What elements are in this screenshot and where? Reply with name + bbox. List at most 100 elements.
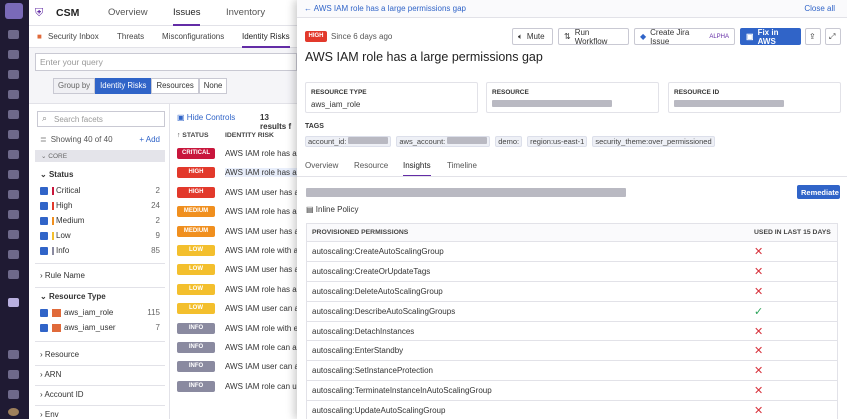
facet-resource-aws-iam-role[interactable]: aws_iam_role 115: [40, 308, 160, 317]
column-status[interactable]: ↑ STATUS: [177, 132, 208, 139]
network-icon[interactable]: [8, 250, 19, 259]
share-icon[interactable]: ⇪: [805, 28, 821, 45]
tab-insights[interactable]: Insights: [403, 161, 431, 177]
logs-icon[interactable]: [8, 230, 19, 239]
integrations-icon[interactable]: [8, 190, 19, 199]
identity-risk-title[interactable]: AWS IAM user has a l: [225, 188, 297, 197]
group-by-identity-risks[interactable]: Identity Risks: [95, 78, 152, 94]
alpha-badge: ALPHA: [709, 33, 729, 40]
tag-region[interactable]: region:us-east-1: [527, 136, 588, 147]
facet-status-medium[interactable]: Medium 2: [40, 216, 160, 225]
tag-account-id[interactable]: account_id:: [305, 136, 392, 147]
resource-facet[interactable]: › Resource: [40, 350, 79, 359]
identity-risk-title[interactable]: AWS IAM user can ass: [225, 362, 297, 371]
run-workflow-button[interactable]: ⇅ Run Workflow: [558, 27, 629, 46]
identity-risk-title[interactable]: AWS IAM role has acc: [225, 207, 297, 216]
tag-security-theme[interactable]: security_theme:over_permissioned: [592, 136, 715, 147]
checkbox[interactable]: [40, 323, 48, 332]
dashboards-icon[interactable]: [8, 110, 19, 119]
tab-resource[interactable]: Resource: [354, 161, 388, 170]
tags-row: account_id: aws_account: demo: region:us-ea…: [305, 136, 720, 147]
group-by-resources[interactable]: Resources: [151, 78, 199, 94]
nav-inventory[interactable]: Inventory: [226, 7, 265, 18]
tab-identity-risks[interactable]: Identity Risks: [242, 32, 290, 48]
watchdog-icon[interactable]: [8, 70, 19, 79]
app-title: CSM: [56, 7, 80, 19]
core-section-header[interactable]: ⌄ CORE: [35, 150, 165, 162]
metrics-icon[interactable]: [8, 170, 19, 179]
checkbox[interactable]: [40, 231, 48, 240]
identity-risk-title[interactable]: AWS IAM user has adr: [225, 265, 297, 274]
status-facet-title[interactable]: ⌄ Status: [40, 170, 73, 179]
panel-header: ← AWS IAM role has a large permissions g…: [297, 0, 847, 18]
nav-overview[interactable]: Overview: [108, 7, 148, 18]
chat-icon[interactable]: [8, 350, 19, 359]
apm-icon[interactable]: [8, 210, 19, 219]
identity-risk-title[interactable]: AWS IAM user has acc: [225, 227, 297, 236]
checkbox[interactable]: [40, 201, 48, 210]
monitors-icon[interactable]: [8, 150, 19, 159]
identity-risk-title[interactable]: AWS IAM role has a t: [225, 149, 297, 158]
back-link[interactable]: ← AWS IAM role has a large permissions g…: [304, 4, 466, 13]
facet-status-high[interactable]: High 24: [40, 201, 160, 210]
facet-search-input[interactable]: Search facets: [37, 111, 165, 127]
facet-status-info[interactable]: Info 85: [40, 246, 160, 255]
facet-resource-aws-iam-user[interactable]: aws_iam_user 7: [40, 323, 160, 332]
identity-risk-title[interactable]: AWS IAM role with ex: [225, 324, 297, 333]
mute-button[interactable]: 🔈︎ Mute: [512, 28, 553, 45]
hide-controls-button[interactable]: ▣ Hide Controls: [177, 113, 235, 122]
identity-risk-title[interactable]: AWS IAM role can ass: [225, 343, 297, 352]
tag-demo[interactable]: demo:: [495, 136, 523, 147]
arn-facet[interactable]: › ARN: [40, 370, 61, 379]
datadog-logo-icon[interactable]: [5, 3, 23, 19]
tab-security-inbox[interactable]: Security Inbox: [48, 32, 99, 41]
nav-issues[interactable]: Issues: [173, 7, 201, 26]
resource-type-facet[interactable]: ⌄ Resource Type: [40, 292, 106, 301]
tab-misconfigurations[interactable]: Misconfigurations: [162, 32, 224, 41]
column-identity-risk[interactable]: IDENTITY RISK: [225, 132, 274, 139]
permission-name: autoscaling:DetachInstances: [312, 326, 415, 336]
checkbox[interactable]: [40, 216, 48, 225]
identity-risk-title[interactable]: AWS IAM role has adr: [225, 285, 297, 294]
tab-timeline[interactable]: Timeline: [447, 161, 477, 170]
severity-badge: CRITICAL: [177, 148, 215, 159]
env-facet[interactable]: › Env: [40, 410, 59, 419]
infrastructure-icon[interactable]: [8, 130, 19, 139]
events-icon[interactable]: [8, 90, 19, 99]
env-label: Env: [44, 410, 59, 419]
inline-policy-link[interactable]: ▤ Inline Policy: [306, 205, 358, 214]
security-icon[interactable]: [8, 298, 19, 307]
checkbox[interactable]: [40, 308, 48, 317]
recent-icon[interactable]: [8, 50, 19, 59]
facet-label: aws_iam_user: [64, 323, 116, 332]
create-jira-issue-button[interactable]: ◆ Create Jira Issue ALPHA: [634, 28, 735, 46]
settings-icon[interactable]: [8, 390, 19, 399]
facet-status-critical[interactable]: Critical 2: [40, 186, 160, 195]
help-icon[interactable]: [8, 370, 19, 379]
severity-badge: INFO: [177, 342, 215, 353]
facet-label: High: [56, 201, 73, 210]
workflow-label: Run Workflow: [574, 27, 608, 46]
tab-threats[interactable]: Threats: [117, 32, 144, 41]
identity-risk-title[interactable]: AWS IAM role has a la: [225, 168, 297, 178]
facet-status-low[interactable]: Low 9: [40, 231, 160, 240]
checkbox[interactable]: [40, 186, 48, 195]
rum-icon[interactable]: [8, 270, 19, 279]
account-id-facet[interactable]: › Account ID: [40, 390, 84, 399]
expand-icon[interactable]: ⤢: [825, 28, 841, 45]
fix-in-aws-button[interactable]: ▣ Fix in AWS: [740, 28, 801, 46]
avatar[interactable]: [8, 408, 19, 416]
add-facet-button[interactable]: + Add: [139, 135, 160, 144]
identity-risk-title[interactable]: AWS IAM user can ass: [225, 304, 297, 313]
identity-risk-title[interactable]: AWS IAM role can upo: [225, 382, 297, 391]
tab-overview[interactable]: Overview: [305, 161, 338, 170]
rule-name-facet[interactable]: › Rule Name: [40, 271, 85, 280]
close-all-button[interactable]: Close all: [804, 4, 835, 13]
tag-aws-account[interactable]: aws_account:: [396, 136, 491, 147]
checkbox[interactable]: [40, 246, 48, 255]
group-by-none[interactable]: None: [198, 78, 228, 94]
search-input[interactable]: Enter your query: [35, 53, 297, 71]
identity-risk-title[interactable]: AWS IAM role with ad: [225, 246, 297, 255]
search-icon[interactable]: [8, 30, 19, 39]
remediate-button[interactable]: Remediate: [797, 185, 840, 199]
